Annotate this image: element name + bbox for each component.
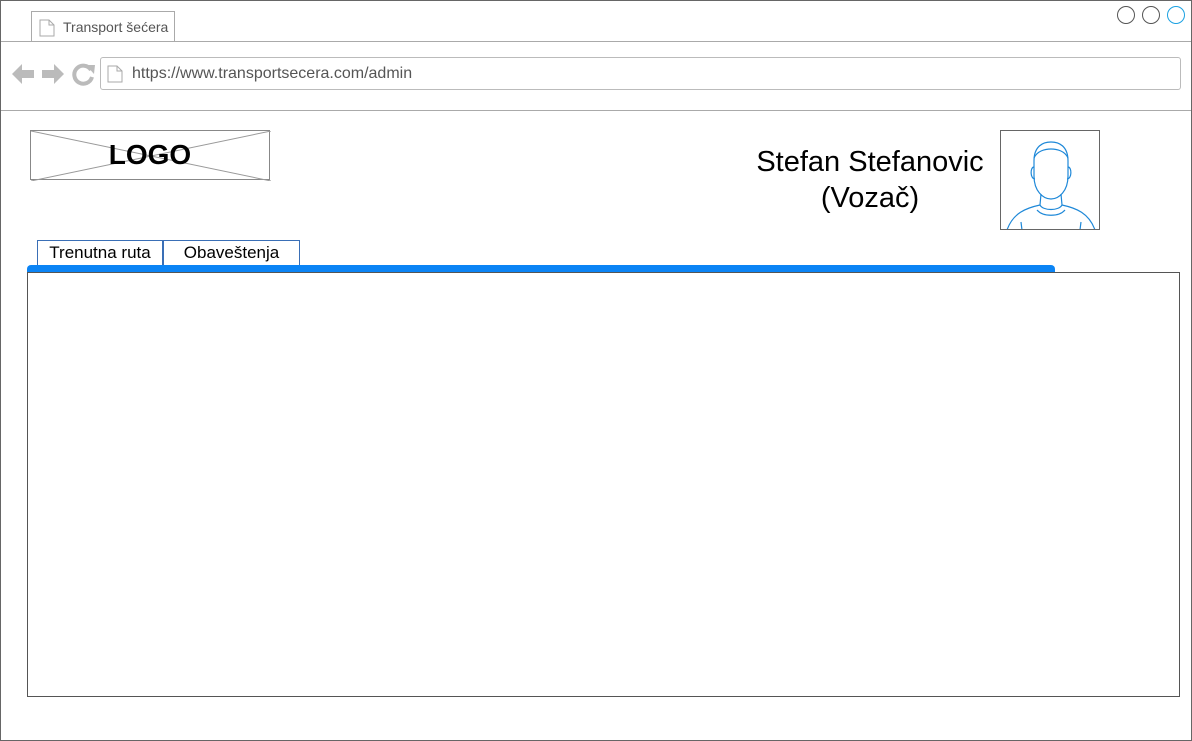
- user-name: Stefan Stefanovic: [756, 146, 984, 178]
- reload-icon[interactable]: [72, 62, 96, 86]
- user-avatar-icon: [1006, 141, 1096, 229]
- tab-content-panel: [27, 272, 1180, 697]
- browser-nav-bar: https://www.transportsecera.com/admin: [1, 42, 1191, 111]
- forward-arrow-icon[interactable]: [41, 62, 65, 86]
- logo-placeholder: LOGO: [30, 130, 271, 181]
- browser-tab-bar: Transport šećera: [1, 1, 1191, 42]
- avatar[interactable]: [1000, 130, 1100, 230]
- close-button[interactable]: [1167, 6, 1185, 24]
- tab-trenutna-ruta[interactable]: Trenutna ruta: [37, 240, 163, 265]
- user-role: (Vozač): [820, 182, 920, 214]
- document-icon: [39, 19, 55, 37]
- address-bar[interactable]: https://www.transportsecera.com/admin: [100, 57, 1181, 90]
- back-arrow-icon[interactable]: [11, 62, 35, 86]
- user-info: Stefan Stefanovic (Vozač): [740, 144, 1000, 216]
- page-icon: [107, 65, 123, 83]
- browser-tab-title: Transport šećera: [63, 19, 169, 35]
- minimize-button[interactable]: [1117, 6, 1135, 24]
- tab-obavestenja[interactable]: Obaveštenja: [163, 240, 300, 265]
- logo-text: LOGO: [108, 139, 192, 170]
- maximize-button[interactable]: [1142, 6, 1160, 24]
- url-text: https://www.transportsecera.com/admin: [132, 65, 413, 82]
- browser-tab[interactable]: Transport šećera: [31, 11, 175, 41]
